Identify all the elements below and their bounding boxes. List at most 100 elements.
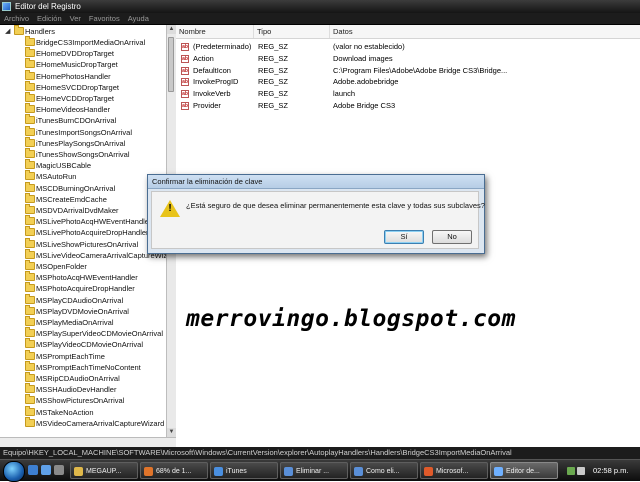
menu-edicion[interactable]: Edición — [33, 13, 66, 24]
folder-icon — [25, 372, 35, 382]
tree-item-label: MSRipCDAudioOnArrival — [36, 374, 120, 383]
folder-icon — [25, 394, 35, 405]
tree-item-label: BridgeCS3ImportMediaOnArrival — [36, 38, 146, 47]
value-data: Adobe.adobebridge — [333, 77, 399, 87]
tree-item-label: MSTakeNoAction — [36, 407, 94, 417]
tree-item-label: MSPhotoAcquireDropHandler — [36, 284, 135, 294]
taskbar-item[interactable]: MEGAUP... — [70, 462, 138, 479]
tree-item[interactable]: MSVideoCameraArrivalCaptureWizard — [0, 416, 164, 429]
window-title: Editor del Registro — [15, 2, 81, 11]
menu-bar: Archivo Edición Ver Favoritos Ayuda — [0, 13, 640, 25]
string-value-icon: ab — [181, 66, 189, 75]
scroll-up-icon[interactable]: ▲ — [167, 25, 176, 34]
taskbar-item-label: Editor de... — [506, 468, 540, 475]
string-value-icon: ab — [181, 102, 189, 110]
taskbar-item[interactable]: Eliminar ... — [280, 462, 348, 479]
folder-icon — [25, 316, 35, 326]
folder-icon — [25, 170, 35, 181]
menu-archivo[interactable]: Archivo — [0, 13, 33, 24]
folder-icon — [25, 69, 35, 80]
folder-icon — [25, 204, 35, 214]
switch-windows-icon[interactable] — [54, 465, 64, 475]
folder-icon — [25, 114, 35, 125]
value-row[interactable]: ab DefaultIcon REG_SZ C:\Program Files\Adob… — [176, 65, 640, 77]
folder-icon — [25, 58, 35, 69]
value-type: REG_SZ — [258, 65, 289, 75]
value-name: Action — [193, 53, 214, 63]
folder-icon — [25, 416, 35, 427]
folder-icon — [25, 327, 35, 338]
scrollbar-thumb[interactable] — [168, 37, 174, 92]
firefox-icon — [144, 467, 153, 476]
folder-icon — [25, 237, 35, 248]
registry-tree[interactable]: ◢ Handlers BridgeCS3ImportMediaOnArrival… — [0, 25, 167, 437]
menu-favoritos[interactable]: Favoritos — [85, 13, 124, 24]
volume-icon[interactable] — [577, 467, 585, 475]
dialog-title: Confirmar la eliminación de clave — [148, 175, 484, 189]
office-icon — [424, 467, 433, 476]
value-row[interactable]: ab (Predeterminado) REG_SZ (valor no establ… — [176, 41, 640, 53]
yes-button[interactable]: Sí — [384, 230, 424, 244]
folder-icon — [25, 192, 35, 203]
taskbar-item[interactable]: Como eli... — [350, 462, 418, 479]
tree-item-label: EHomeSVCDDropTarget — [36, 82, 119, 92]
taskbar-item[interactable]: iTunes — [210, 462, 278, 479]
string-value-icon: ab — [181, 43, 189, 51]
dialog-message: ¿Está seguro de que desea eliminar perma… — [186, 201, 485, 210]
tree-item-label: EHomePhotosHandler — [36, 71, 111, 81]
scroll-down-icon[interactable]: ▼ — [167, 428, 176, 437]
confirm-delete-dialog: Confirmar la eliminación de clave ! ¿Est… — [147, 174, 485, 254]
folder-icon — [25, 248, 35, 259]
column-header-type[interactable]: Tipo — [254, 25, 330, 38]
tree-item-label: MSCDBurningOnArrival — [36, 183, 116, 193]
folder-icon — [25, 80, 35, 91]
tree-item-label: MSSHAudioDevHandler — [36, 385, 117, 395]
folder-icon — [25, 136, 35, 147]
tree-item-label: iTunesShowSongsOnArrival — [36, 150, 130, 159]
column-header-name[interactable]: Nombre — [176, 25, 254, 38]
folder-icon — [25, 226, 35, 237]
show-desktop-icon[interactable] — [28, 465, 38, 475]
taskbar-item-label: Microsof... — [436, 468, 469, 475]
tree-item-label: MSShowPicturesOnArrival — [36, 396, 125, 406]
column-header-data[interactable]: Datos — [330, 25, 640, 38]
value-data: Download images — [333, 53, 393, 63]
itunes-icon — [214, 467, 223, 476]
taskbar-item[interactable]: Microsof... — [420, 462, 488, 479]
value-type: REG_SZ — [258, 77, 289, 87]
value-row[interactable]: ab InvokeProgID REG_SZ Adobe.adobebridge — [176, 76, 640, 88]
folder-icon — [25, 271, 35, 282]
taskbar-item[interactable]: Editor de... — [490, 462, 558, 479]
folder-icon — [74, 467, 83, 476]
tree-item-label: MSLiveShowPicturesOnArrival — [36, 239, 139, 249]
menu-ver[interactable]: Ver — [66, 13, 85, 24]
folder-icon — [25, 215, 35, 226]
clock[interactable]: 02:58 p.m. — [593, 462, 628, 479]
watermark-text: merrovingo.blogspot.com — [186, 306, 516, 332]
tree-item-label: EHomeDVDDropTarget — [36, 49, 114, 59]
tree-item-label: iTunesPlaySongsOnArrival — [36, 138, 126, 148]
tree-item-label: iTunesBurnCDOnArrival — [36, 116, 117, 126]
value-data: launch — [333, 89, 356, 99]
no-button[interactable]: No — [432, 230, 472, 244]
taskbar-item[interactable]: 68% de 1... — [140, 462, 208, 479]
menu-ayuda[interactable]: Ayuda — [124, 13, 153, 24]
value-type: REG_SZ — [258, 101, 289, 110]
tree-item-label: EHomeVCDDropTarget — [36, 94, 114, 103]
collapse-icon[interactable]: ◢ — [5, 28, 10, 35]
value-name: InvokeProgID — [193, 77, 239, 87]
no-button-label: No — [447, 232, 457, 241]
value-row[interactable]: ab Action REG_SZ Download images — [176, 53, 640, 65]
network-icon[interactable] — [567, 467, 575, 475]
ie-icon — [354, 467, 363, 476]
value-row[interactable]: ab InvokeVerb REG_SZ launch — [176, 88, 640, 100]
tree-item-label: MSPlayDVDMovieOnArrival — [36, 306, 129, 316]
title-bar: Editor del Registro — [0, 0, 640, 13]
value-row[interactable]: ab Provider REG_SZ Adobe Bridge CS3 — [176, 100, 640, 112]
ie-icon — [284, 467, 293, 476]
folder-icon — [25, 293, 35, 304]
start-button[interactable] — [3, 461, 25, 482]
ie-icon[interactable] — [41, 465, 51, 475]
value-data: C:\Program Files\Adobe\Adobe Bridge CS3\… — [333, 65, 508, 75]
tree-item-label: MSOpenFolder — [36, 262, 87, 271]
